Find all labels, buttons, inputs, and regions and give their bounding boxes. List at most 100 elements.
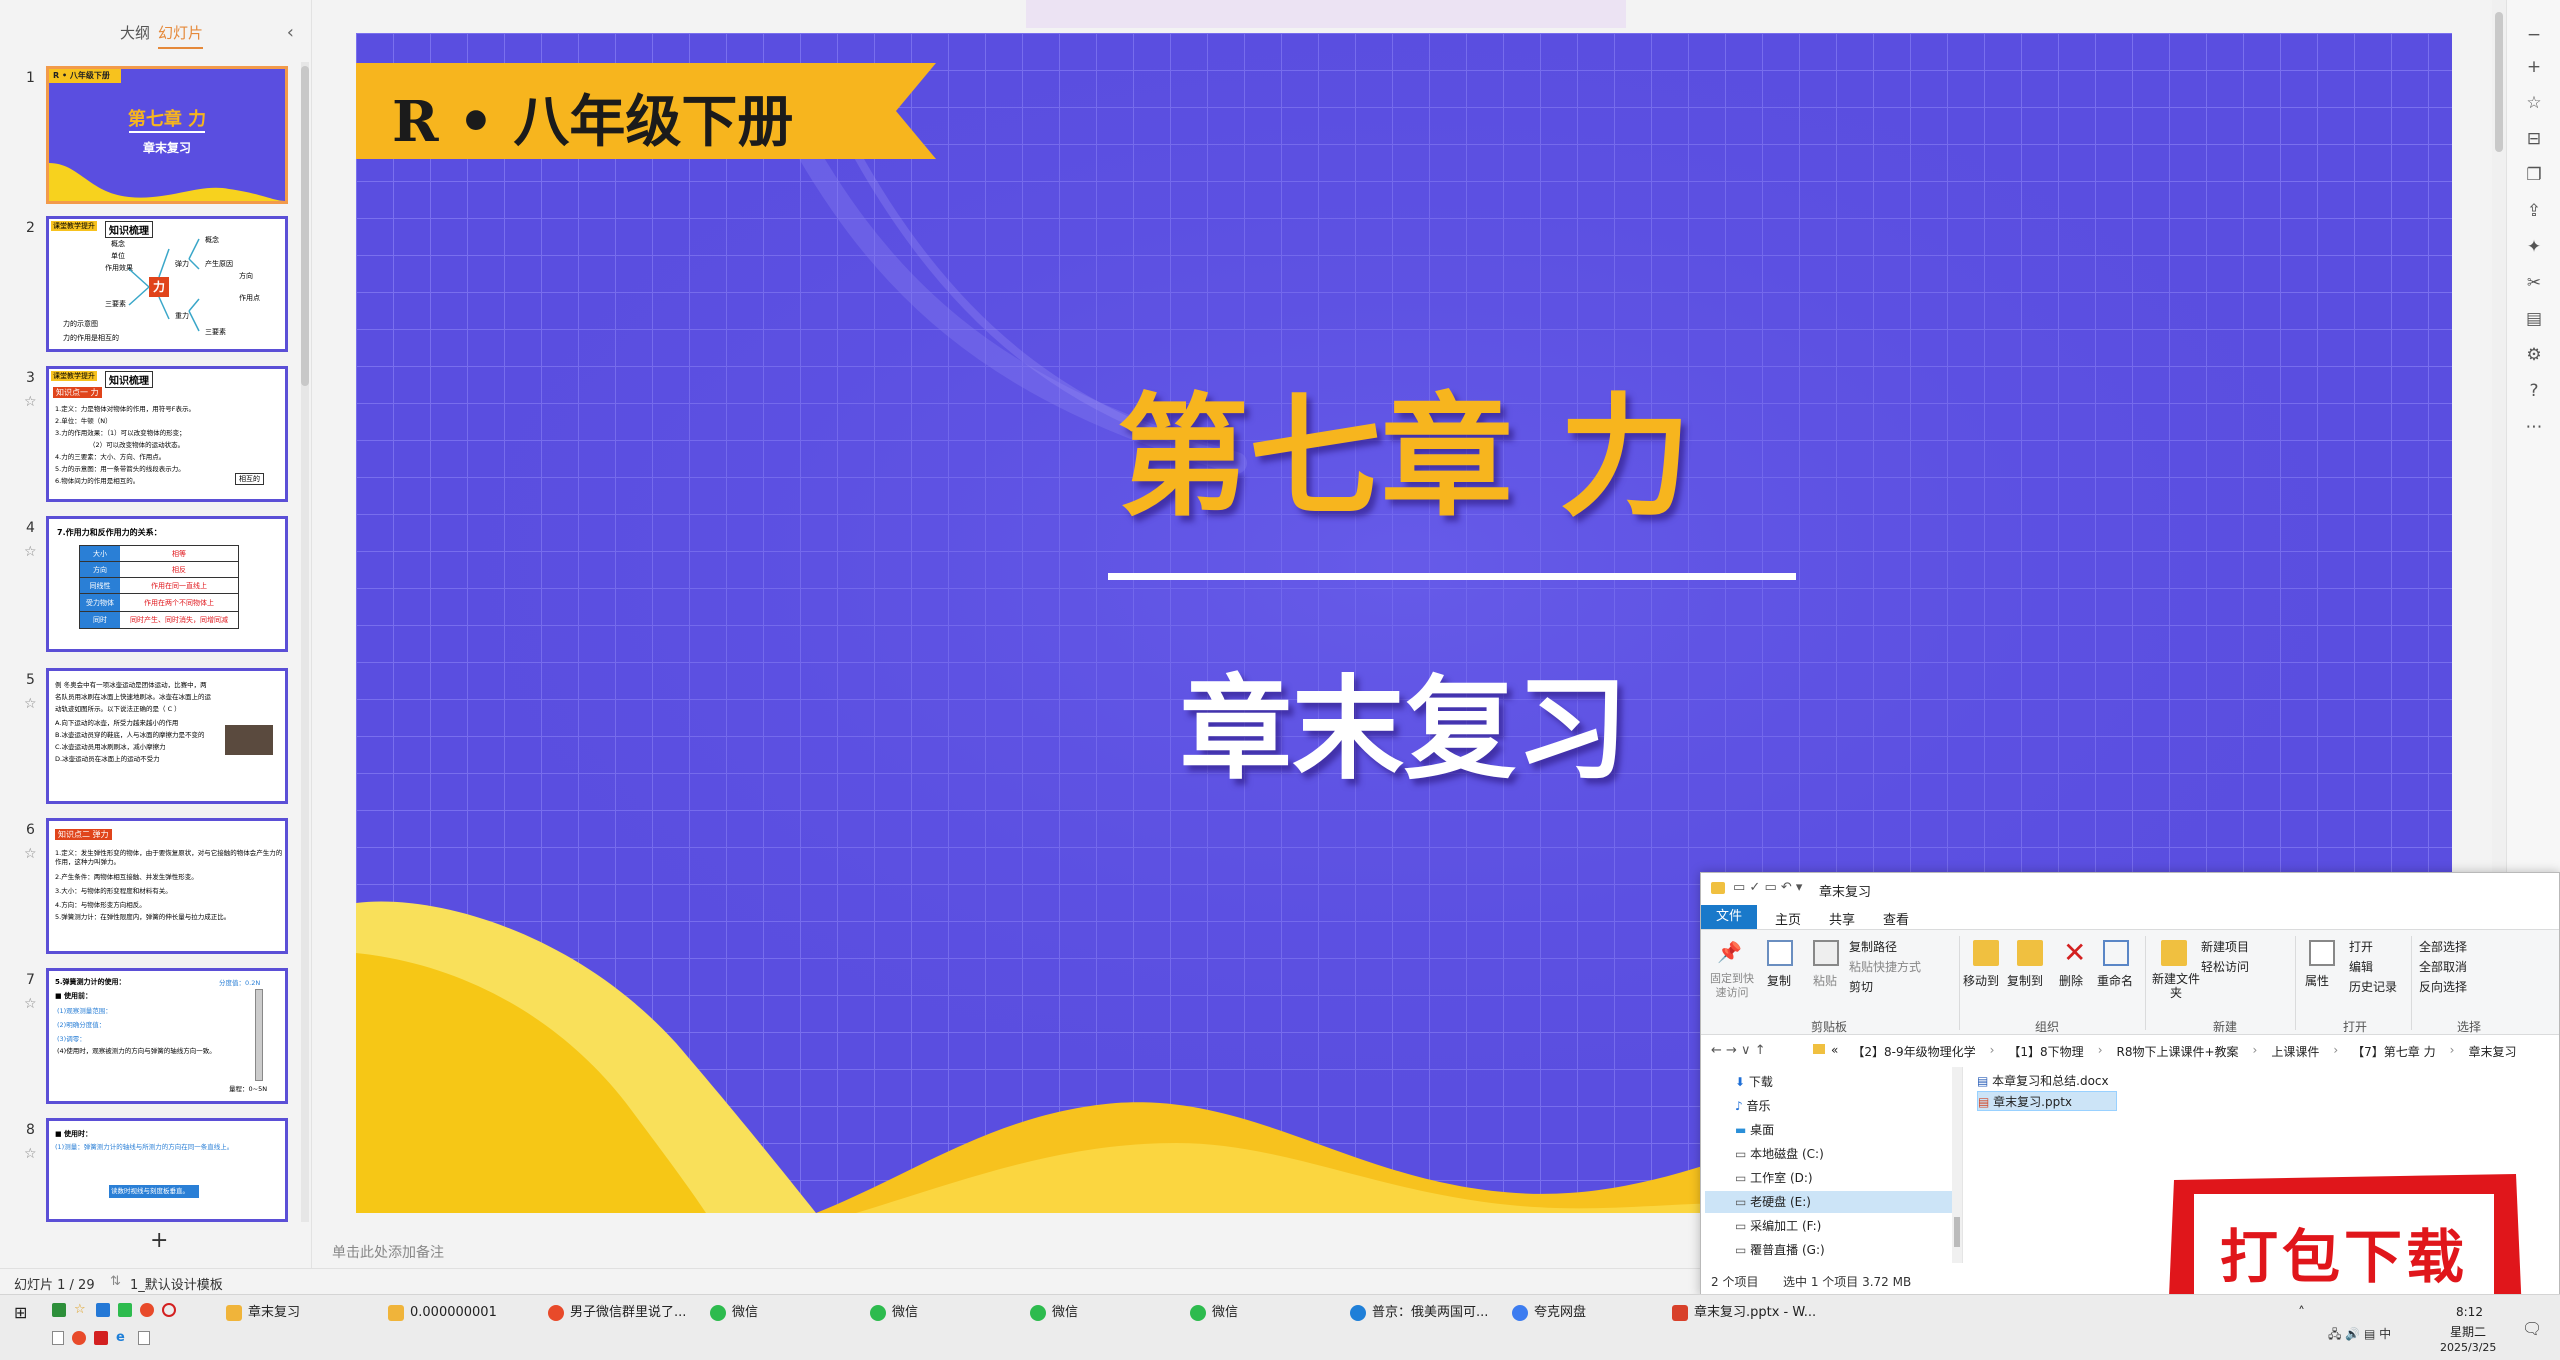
taskbar-button[interactable]: 微信 [870,1299,918,1327]
new-item-button[interactable]: 新建项目 [2201,938,2249,955]
settings-icon[interactable]: ⚙ [2523,344,2545,366]
thumbnail-scrollbar[interactable] [301,62,309,1222]
star-icon[interactable]: ☆ [24,544,37,560]
breadcrumb-item[interactable]: 章末复习 [2468,1043,2516,1060]
edge-icon[interactable]: e [116,1331,130,1345]
copy-icon[interactable]: ❐ [2523,164,2545,186]
taskbar-button[interactable]: 章末复习.pptx - W... [1672,1299,1816,1327]
slide-thumbnail-2[interactable]: 课堂教学提升 知识梳理 力 概念 单位 作用效果 三要素 力的示意图 力的作用是… [46,216,288,352]
book-icon[interactable]: ▤ [2523,308,2545,330]
slide-thumbnail-4[interactable]: 7.作用力和反作用力的关系： 大小 相等 方向 相反 同线性 作用在同一直线上 … [46,516,288,652]
properties-button[interactable]: 属性 [2305,972,2329,989]
breadcrumb-item[interactable]: 【2】8-9年级物理化学 [1852,1043,1975,1060]
plus-icon[interactable]: + [2523,56,2545,78]
taskbar-button[interactable]: 男子微信群里说了... [548,1299,686,1327]
notes-placeholder[interactable]: 单击此处添加备注 [332,1242,444,1262]
explorer-titlebar[interactable]: ▭ ✓ ▭ ↶ ▾ 章末复习 [1701,873,2559,905]
cut-button[interactable]: 剪切 [1849,978,1873,995]
copy-button[interactable]: 复制 [1767,972,1791,989]
taskbar-button[interactable]: 章末复习 [226,1299,300,1327]
breadcrumb-item[interactable]: 上课课件 [2271,1043,2319,1060]
select-all-button[interactable]: 全部选择 [2419,938,2467,955]
nav-item-desktop[interactable]: ▬ 桌面 [1735,1119,1774,1141]
add-slide-button[interactable]: + [150,1228,168,1253]
nav-item-downloads[interactable]: ⬇ 下载 [1735,1071,1773,1093]
chevron-left-icon[interactable]: ‹ [287,22,294,43]
app-icon[interactable] [94,1331,108,1345]
paste-button[interactable]: 粘贴 [1813,972,1837,989]
file-item-pptx[interactable]: ▤ 章末复习.pptx [1977,1091,2117,1111]
address-bar[interactable]: ← → ∨ ↑ « 【2】8-9年级物理化学 › 【1】8下物理 › R8物下上… [1701,1035,2559,1067]
slide-title[interactable]: 第七章 力 [356,351,2452,542]
nav-item-drive-d[interactable]: ▭ 工作室 (D:) [1735,1167,1813,1189]
pin-quick-access-button[interactable]: 固定到快速访问 [1707,972,1757,1000]
edit-button[interactable]: 编辑 [2349,958,2373,975]
share-icon[interactable]: ⇪ [2523,200,2545,222]
tools-icon[interactable]: ✂ [2523,272,2545,294]
star-icon[interactable]: ☆ [24,1146,37,1162]
star-icon[interactable]: ☆ [74,1303,88,1317]
slide-thumbnail-6[interactable]: 知识点二 弹力 1.定义：发生弹性形变的物体，由于要恢复原状，对与它接触的物体会… [46,818,288,954]
nav-item-drive-f[interactable]: ▭ 采编加工 (F:) [1735,1215,1821,1237]
notification-icon[interactable]: 🗨 [2522,1319,2542,1338]
magic-icon[interactable]: ✦ [2523,236,2545,258]
easy-access-button[interactable]: 轻松访问 [2201,958,2249,975]
breadcrumb[interactable]: « 【2】8-9年级物理化学 › 【1】8下物理 › R8物下上课课件+教案 ›… [1831,1043,2516,1060]
tab-share[interactable]: 共享 [1829,909,1855,928]
taskbar-button[interactable]: 普京：俄美两国可... [1350,1299,1488,1327]
quick-access-icons[interactable]: ▭ ✓ ▭ ↶ ▾ [1733,880,1802,895]
copy-to-button[interactable]: 复制到 [2007,972,2043,989]
scrollbar-thumb[interactable] [1954,1217,1960,1247]
block-icon[interactable] [162,1303,176,1317]
nav-item-drive-g[interactable]: ▭ 覆普直播 (G:) [1735,1239,1825,1261]
star-icon[interactable]: ☆ [24,846,37,862]
star-icon[interactable]: ☆ [24,696,37,712]
breadcrumb-item[interactable]: R8物下上课课件+教案 [2117,1043,2239,1060]
tab-view[interactable]: 查看 [1883,909,1909,928]
slide-subtitle[interactable]: 章末复习 [356,639,2452,801]
taskbar-button[interactable]: 微信 [1190,1299,1238,1327]
nav-item-drive-c[interactable]: ▭ 本地磁盘 (C:) [1735,1143,1824,1165]
paste-shortcut-button[interactable]: 粘贴快捷方式 [1849,958,1921,975]
promo-text[interactable]: 打包下载 [2194,1210,2494,1294]
taskbar-button[interactable]: 微信 [710,1299,758,1327]
new-folder-icon[interactable] [2161,940,2187,966]
history-button[interactable]: 历史记录 [2349,978,2397,995]
chrome-icon[interactable] [140,1303,154,1317]
clock-weekday[interactable]: 星期二 [2450,1323,2486,1340]
file-item-docx[interactable]: ▤ 本章复习和总结.docx [1977,1071,2109,1091]
more-icon[interactable]: ⋯ [2523,416,2545,438]
nav-arrows[interactable]: ← → ∨ ↑ [1711,1043,1766,1058]
rename-button[interactable]: 重命名 [2097,972,2133,989]
scrollbar-thumb[interactable] [2495,12,2503,152]
clock-date[interactable]: 2025/3/25 [2440,1341,2496,1354]
slide-thumbnail-8[interactable]: ■ 使用时： (1)测量：弹簧测力计的轴线与所测力的方向在同一条直线上。 读数时… [46,1118,288,1222]
star-icon[interactable]: ☆ [24,996,37,1012]
windows-start-icon[interactable]: ⊞ [14,1303,27,1322]
tab-slides[interactable]: 幻灯片 [158,22,204,49]
delete-button[interactable]: 删除 [2059,972,2083,989]
star-icon[interactable]: ☆ [24,394,37,410]
app-icon[interactable] [138,1331,150,1345]
minimize-icon[interactable]: − [2523,24,2545,46]
invert-selection-button[interactable]: 反向选择 [2419,978,2467,995]
move-to-icon[interactable] [1973,940,1999,966]
select-none-button[interactable]: 全部取消 [2419,958,2467,975]
star-icon[interactable]: ☆ [2523,92,2545,114]
slide-thumbnail-7[interactable]: 5.弹簧测力计的使用： ■ 使用前： (1)观察测量范围： (2)明确分度值： … [46,968,288,1104]
app-icon[interactable] [52,1303,66,1317]
slide-thumbnail-3[interactable]: 课堂教学提升 知识梳理 知识点一 力 1.定义：力是物体对物体的作用，用符号F表… [46,366,288,502]
tray-chevron-up-icon[interactable]: ˄ [2298,1305,2305,1321]
slide-thumbnail-1[interactable]: R • 八年级下册 第七章 力 章末复习 [46,66,288,204]
help-icon[interactable]: ? [2523,380,2545,402]
tray-icons[interactable]: 🖧 🔊 ▤ 中 [2328,1325,2391,1346]
nav-item-drive-e[interactable]: ▭ 老硬盘 (E:) [1705,1191,1955,1213]
breadcrumb-item[interactable]: « [1831,1043,1838,1060]
tab-file[interactable]: 文件 [1701,905,1757,929]
slide-thumbnail-5[interactable]: 例 冬奥会中有一项冰壶运动是团体运动，比赛中，两 名队员用冰刷在冰面上快速地刷冰… [46,668,288,804]
paste-icon[interactable] [1813,940,1839,966]
copy-path-button[interactable]: 复制路径 [1849,938,1897,955]
template-name[interactable]: 1_默认设计模板 [130,1274,223,1293]
new-folder-button[interactable]: 新建文件夹 [2151,972,2201,1000]
taskbar-button[interactable]: 0.000000001 [388,1299,497,1327]
